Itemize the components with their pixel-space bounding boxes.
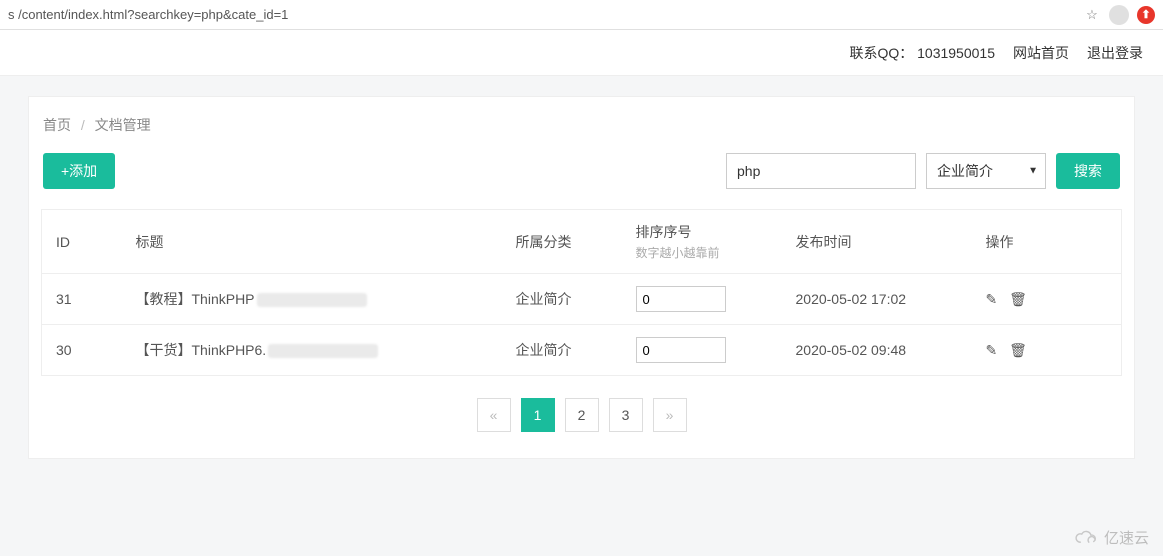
profile-avatar-icon[interactable] [1109, 5, 1129, 25]
content-table: ID 标题 所属分类 排序序号 数字越小越靠前 发布时间 操作 31 【教程】T… [41, 209, 1122, 376]
logout-link[interactable]: 退出登录 [1087, 43, 1143, 63]
star-icon[interactable]: ☆ [1083, 6, 1101, 24]
title-text: 【干货】ThinkPHP6. [136, 342, 267, 358]
page-next[interactable]: » [653, 398, 687, 432]
table-row: 31 【教程】ThinkPHP 企业简介 2020-05-02 17:02 ✎ … [42, 274, 1122, 325]
search-button[interactable]: 搜索 [1056, 153, 1120, 189]
col-actions: 操作 [972, 210, 1122, 274]
footer-brand[interactable]: 亿速云 [1072, 527, 1149, 548]
cell-title: 【教程】ThinkPHP [122, 274, 502, 325]
cloud-icon [1072, 529, 1100, 547]
redacted-text [257, 293, 367, 307]
home-link[interactable]: 网站首页 [1013, 43, 1069, 63]
cell-id: 30 [42, 325, 122, 376]
brand-text: 亿速云 [1104, 527, 1149, 548]
cell-category: 企业简介 [502, 325, 622, 376]
sort-input[interactable] [636, 286, 726, 312]
cell-publish: 2020-05-02 17:02 [782, 274, 972, 325]
cell-sort [622, 274, 782, 325]
toolbar: +添加 企业简介 ▼ 搜索 [41, 153, 1122, 209]
cell-publish: 2020-05-02 09:48 [782, 325, 972, 376]
breadcrumb-home[interactable]: 首页 [43, 117, 71, 133]
page-2[interactable]: 2 [565, 398, 599, 432]
cell-actions: ✎ 🗑 [972, 325, 1122, 376]
edit-icon[interactable]: ✎ [986, 342, 998, 359]
table-row: 30 【干货】ThinkPHP6. 企业简介 2020-05-02 09:48 … [42, 325, 1122, 376]
trash-icon[interactable]: 🗑 [1009, 342, 1027, 359]
contact-label: 联系QQ： [849, 45, 913, 61]
breadcrumb-current: 文档管理 [95, 117, 151, 133]
category-select[interactable]: 企业简介 [926, 153, 1046, 189]
sort-input[interactable] [636, 337, 726, 363]
breadcrumb: 首页 / 文档管理 [41, 115, 1122, 153]
contact-qq: 联系QQ： 1031950015 [849, 43, 995, 63]
breadcrumb-separator: / [75, 117, 91, 133]
browser-address-bar: s /content/index.html?searchkey=php&cate… [0, 0, 1163, 30]
col-publish: 发布时间 [782, 210, 972, 274]
redacted-text [268, 344, 378, 358]
cell-title: 【干货】ThinkPHP6. [122, 325, 502, 376]
col-sort: 排序序号 数字越小越靠前 [622, 210, 782, 274]
page-1[interactable]: 1 [521, 398, 555, 432]
url-text[interactable]: s /content/index.html?searchkey=php&cate… [8, 7, 1075, 22]
table-header-row: ID 标题 所属分类 排序序号 数字越小越靠前 发布时间 操作 [42, 210, 1122, 274]
col-sort-label: 排序序号 [636, 224, 692, 240]
col-category: 所属分类 [502, 210, 622, 274]
site-header: 联系QQ： 1031950015 网站首页 退出登录 [0, 30, 1163, 76]
cell-id: 31 [42, 274, 122, 325]
col-id: ID [42, 210, 122, 274]
edit-icon[interactable]: ✎ [986, 291, 998, 308]
cell-category: 企业简介 [502, 274, 622, 325]
page-3[interactable]: 3 [609, 398, 643, 432]
pagination: « 1 2 3 » [41, 398, 1122, 432]
search-input[interactable] [726, 153, 916, 189]
cell-sort [622, 325, 782, 376]
extension-icon[interactable]: ⬆ [1137, 6, 1155, 24]
title-text: 【教程】ThinkPHP [136, 291, 255, 307]
page-prev[interactable]: « [477, 398, 511, 432]
contact-value: 1031950015 [917, 45, 995, 61]
col-title: 标题 [122, 210, 502, 274]
trash-icon[interactable]: 🗑 [1009, 291, 1027, 308]
col-sort-sublabel: 数字越小越靠前 [636, 244, 768, 261]
cell-actions: ✎ 🗑 [972, 274, 1122, 325]
add-button[interactable]: +添加 [43, 153, 115, 189]
content-panel: 首页 / 文档管理 +添加 企业简介 ▼ 搜索 ID 标题 所属分类 [28, 96, 1135, 459]
